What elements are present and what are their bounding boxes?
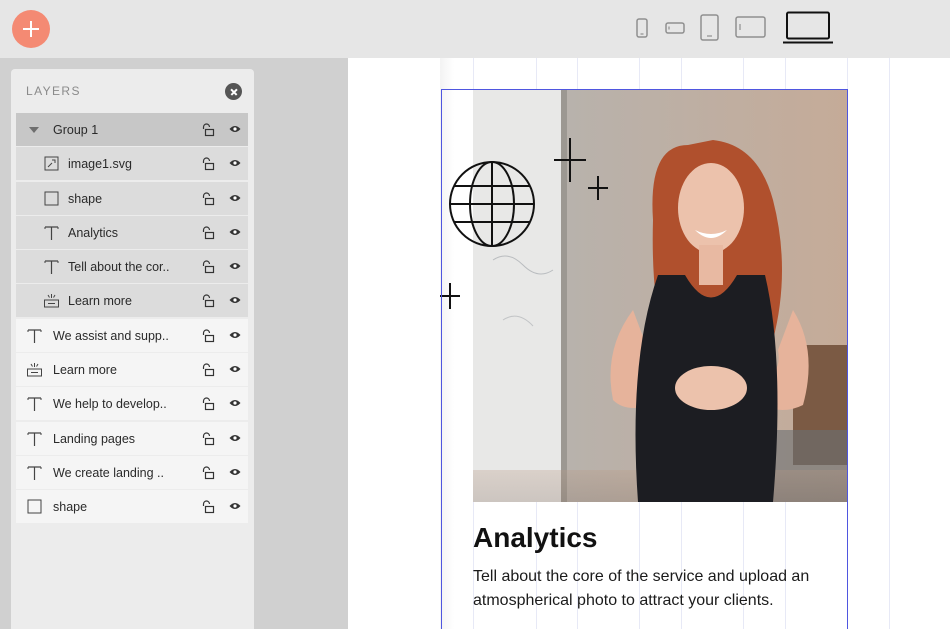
eye-icon[interactable] (229, 364, 241, 374)
button-icon (26, 361, 43, 378)
layer-label: Landing pages (53, 431, 136, 446)
layers-panel-title: LAYERS (26, 84, 81, 98)
layer-label: We create landing .. (53, 465, 164, 480)
layer-row[interactable]: Learn more (16, 284, 248, 318)
eye-icon[interactable] (229, 398, 241, 408)
eye-icon[interactable] (229, 501, 241, 511)
layer-row[interactable]: shape (16, 490, 248, 524)
layer-label: We help to develop.. (53, 397, 167, 412)
lock-icon[interactable] (201, 157, 215, 171)
layer-row[interactable]: We help to develop.. (16, 387, 248, 421)
add-element-button[interactable] (12, 10, 50, 48)
lock-icon[interactable] (201, 123, 215, 137)
lock-icon[interactable] (201, 397, 215, 411)
top-toolbar (0, 0, 950, 58)
tablet-landscape-icon[interactable] (735, 16, 766, 38)
layer-row[interactable]: We assist and supp.. (16, 318, 248, 352)
eye-icon[interactable] (229, 330, 241, 340)
eye-icon[interactable] (229, 124, 241, 134)
layer-label: We assist and supp.. (53, 328, 169, 343)
layer-row[interactable]: We create landing .. (16, 455, 248, 489)
mobile-landscape-icon[interactable] (665, 22, 685, 34)
mobile-portrait-icon[interactable] (636, 18, 648, 38)
layer-row[interactable]: Group 1 (16, 113, 248, 146)
lock-icon[interactable] (201, 500, 215, 514)
lock-icon[interactable] (201, 363, 215, 377)
editor-window: LAYERS Group 1 image1.svg shape Analytic… (0, 0, 950, 629)
layer-row[interactable]: Landing pages (16, 421, 248, 455)
text-icon (26, 327, 43, 344)
layer-label: Group 1 (53, 123, 99, 137)
layer-label: shape (68, 191, 103, 206)
text-icon (26, 395, 43, 412)
lock-icon[interactable] (201, 260, 215, 274)
image-icon (43, 155, 60, 172)
lock-icon[interactable] (201, 192, 215, 206)
column-guide (889, 58, 890, 629)
close-icon[interactable] (225, 83, 242, 100)
layer-row[interactable]: shape (16, 181, 248, 215)
caret-down-icon[interactable] (29, 127, 39, 133)
lock-icon[interactable] (201, 294, 215, 308)
eye-icon[interactable] (229, 158, 241, 168)
text-icon (26, 464, 43, 481)
layer-label: Analytics (68, 225, 119, 240)
lock-icon[interactable] (201, 432, 215, 446)
eye-icon[interactable] (229, 295, 241, 305)
eye-icon[interactable] (229, 227, 241, 237)
layer-label: Tell about the cor.. (68, 260, 170, 275)
layer-row[interactable]: Tell about the cor.. (16, 250, 248, 284)
lock-icon[interactable] (201, 226, 215, 240)
layer-row[interactable]: Analytics (16, 215, 248, 249)
selection-outline (441, 89, 848, 629)
square-icon (26, 498, 43, 515)
lock-icon[interactable] (201, 329, 215, 343)
layer-row[interactable]: Learn more (16, 353, 248, 387)
design-canvas[interactable]: Analytics Tell about the core of the ser… (348, 58, 950, 629)
tablet-portrait-icon[interactable] (700, 14, 719, 41)
eye-icon[interactable] (229, 433, 241, 443)
layer-list: Group 1 image1.svg shape Analytics Tell … (16, 113, 248, 525)
layer-label: image1.svg (68, 157, 132, 172)
button-icon (43, 292, 60, 309)
text-icon (26, 430, 43, 447)
eye-icon[interactable] (229, 261, 241, 271)
lock-icon[interactable] (201, 466, 215, 480)
layer-label: shape (53, 500, 88, 515)
square-icon (43, 190, 60, 207)
text-icon (43, 258, 60, 275)
text-icon (43, 224, 60, 241)
laptop-icon[interactable] (783, 11, 833, 45)
layer-label: Learn more (68, 294, 132, 309)
eye-icon[interactable] (229, 467, 241, 477)
layer-label: Learn more (53, 363, 117, 378)
eye-icon[interactable] (229, 193, 241, 203)
layer-row[interactable]: image1.svg (16, 147, 248, 181)
layers-panel: LAYERS Group 1 image1.svg shape Analytic… (11, 69, 254, 629)
